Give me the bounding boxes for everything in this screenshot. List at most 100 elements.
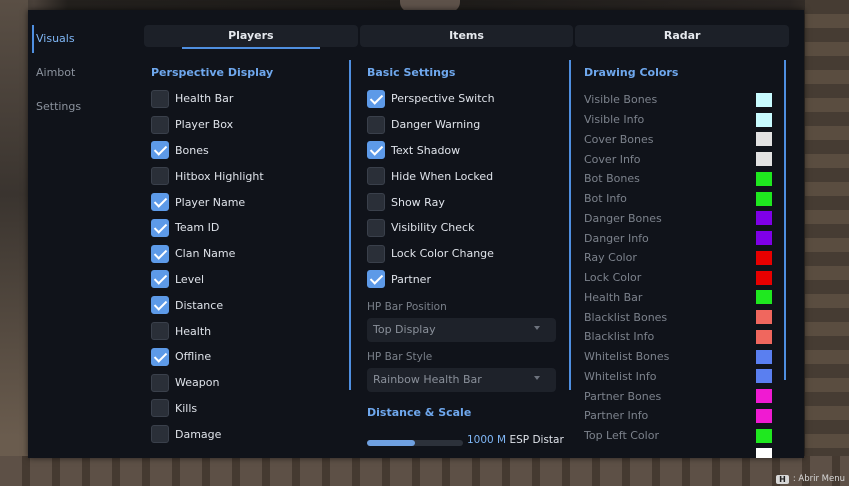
checkbox[interactable] xyxy=(151,218,169,237)
color-row[interactable]: Partner Info xyxy=(584,406,784,426)
color-swatch[interactable] xyxy=(756,211,772,226)
checkbox-row[interactable]: Kills xyxy=(151,396,341,422)
checkbox[interactable] xyxy=(367,244,385,263)
checkbox[interactable] xyxy=(151,193,169,212)
checkbox-row[interactable]: Hitbox Highlight xyxy=(151,163,341,189)
color-swatch[interactable] xyxy=(756,389,772,404)
color-swatch[interactable] xyxy=(756,191,772,206)
color-label: Blacklist Info xyxy=(584,330,655,344)
sidebar-item-settings[interactable]: Settings xyxy=(32,93,81,121)
color-row[interactable]: Bot Info xyxy=(584,189,784,209)
scrollbar[interactable] xyxy=(784,60,786,380)
color-row[interactable]: Cover Bones xyxy=(584,130,784,150)
checkbox[interactable] xyxy=(367,89,385,108)
color-row[interactable]: Ray Color xyxy=(584,248,784,268)
tab-radar[interactable]: Radar xyxy=(575,25,790,47)
checkbox[interactable] xyxy=(151,167,169,186)
color-swatch[interactable] xyxy=(756,250,772,265)
checkbox-row[interactable]: Health Bar xyxy=(151,86,341,112)
color-row[interactable]: Visible Info xyxy=(584,110,784,130)
checkbox-row[interactable]: Bones xyxy=(151,138,341,164)
checkbox-row[interactable]: Player Name xyxy=(151,189,341,215)
color-row[interactable]: Partner Bones xyxy=(584,386,784,406)
color-row[interactable]: Blacklist Info xyxy=(584,327,784,347)
checkbox[interactable] xyxy=(151,296,169,315)
checkbox[interactable] xyxy=(151,141,169,160)
checkbox-row[interactable]: Perspective Switch xyxy=(367,86,567,112)
scrollbar[interactable] xyxy=(569,60,571,390)
color-row[interactable]: Whitelist Info xyxy=(584,367,784,387)
checkbox[interactable] xyxy=(151,425,169,444)
checkbox[interactable] xyxy=(367,218,385,237)
color-swatch[interactable] xyxy=(756,290,772,305)
color-swatch[interactable] xyxy=(756,369,772,384)
checkbox[interactable] xyxy=(151,115,169,134)
tab-players[interactable]: Players xyxy=(144,25,358,49)
scrollbar[interactable] xyxy=(349,60,351,390)
color-row[interactable]: Blacklist Bones xyxy=(584,307,784,327)
hp-bar-position-select[interactable]: Top Display xyxy=(367,318,556,343)
color-swatch[interactable] xyxy=(756,408,772,423)
color-swatch[interactable] xyxy=(756,349,772,364)
checkbox-row[interactable]: Player Box xyxy=(151,112,341,138)
color-swatch[interactable] xyxy=(756,448,772,458)
color-swatch[interactable] xyxy=(756,231,772,246)
checkbox-row[interactable]: Distance xyxy=(151,292,341,318)
checkbox[interactable] xyxy=(367,167,385,186)
sidebar-item-aimbot[interactable]: Aimbot xyxy=(32,59,75,87)
color-swatch[interactable] xyxy=(756,152,772,167)
checkbox-row[interactable]: Weapon xyxy=(151,370,341,396)
checkbox[interactable] xyxy=(151,373,169,392)
checkbox[interactable] xyxy=(367,270,385,289)
checkbox[interactable] xyxy=(151,270,169,289)
checkbox[interactable] xyxy=(151,347,169,366)
tab-items[interactable]: Items xyxy=(359,25,574,47)
checkbox-row[interactable]: Partner xyxy=(367,267,567,293)
esp-distance-slider[interactable]: 1000 M ESP Distar xyxy=(367,434,567,454)
checkbox-row[interactable]: Damage xyxy=(151,421,341,447)
checkbox-row[interactable]: Health xyxy=(151,318,341,344)
checkbox-row[interactable]: Danger Warning xyxy=(367,112,567,138)
checkbox[interactable] xyxy=(151,399,169,418)
hp-bar-style-select[interactable]: Rainbow Health Bar xyxy=(367,368,556,393)
checkbox[interactable] xyxy=(367,141,385,160)
color-row[interactable]: Lock Color xyxy=(584,268,784,288)
color-swatch[interactable] xyxy=(756,92,772,107)
color-swatch[interactable] xyxy=(756,310,772,325)
sidebar-item-visuals[interactable]: Visuals xyxy=(32,25,75,53)
checkbox-row[interactable]: Show Ray xyxy=(367,189,567,215)
color-swatch[interactable] xyxy=(756,171,772,186)
color-swatch[interactable] xyxy=(756,329,772,344)
color-row[interactable]: Whitelist Bones xyxy=(584,347,784,367)
checkbox-row[interactable]: Text Shadow xyxy=(367,138,567,164)
color-row[interactable] xyxy=(584,446,784,458)
checkbox-row[interactable]: Visibility Check xyxy=(367,215,567,241)
color-row[interactable]: Top Left Color xyxy=(584,426,784,446)
color-row[interactable]: Bot Bones xyxy=(584,169,784,189)
checkbox[interactable] xyxy=(367,193,385,212)
color-row[interactable]: Health Bar xyxy=(584,288,784,308)
checkbox[interactable] xyxy=(367,115,385,134)
checkbox[interactable] xyxy=(151,244,169,263)
color-row[interactable]: Cover Info xyxy=(584,149,784,169)
checkbox[interactable] xyxy=(151,89,169,108)
color-swatch[interactable] xyxy=(756,132,772,147)
color-row[interactable]: Visible Bones xyxy=(584,90,784,110)
checkbox-row[interactable]: Lock Color Change xyxy=(367,241,567,267)
color-swatch[interactable] xyxy=(756,270,772,285)
checkbox-row[interactable]: Clan Name xyxy=(151,241,341,267)
checkbox-label: Lock Color Change xyxy=(391,247,494,261)
color-swatch[interactable] xyxy=(756,428,772,443)
color-row[interactable]: Danger Bones xyxy=(584,209,784,229)
checkbox-row[interactable]: Level xyxy=(151,267,341,293)
checkbox-row[interactable]: Hide When Locked xyxy=(367,163,567,189)
checkbox-label: Show Ray xyxy=(391,195,445,209)
checkbox[interactable] xyxy=(151,322,169,341)
checkbox-row[interactable]: Team ID xyxy=(151,215,341,241)
hp-bar-position-value: Top Display xyxy=(373,323,436,337)
checkbox-row[interactable]: Offline xyxy=(151,344,341,370)
color-label: Health Bar xyxy=(584,290,643,304)
slider-track[interactable] xyxy=(367,440,463,447)
color-swatch[interactable] xyxy=(756,112,772,127)
color-row[interactable]: Danger Info xyxy=(584,228,784,248)
